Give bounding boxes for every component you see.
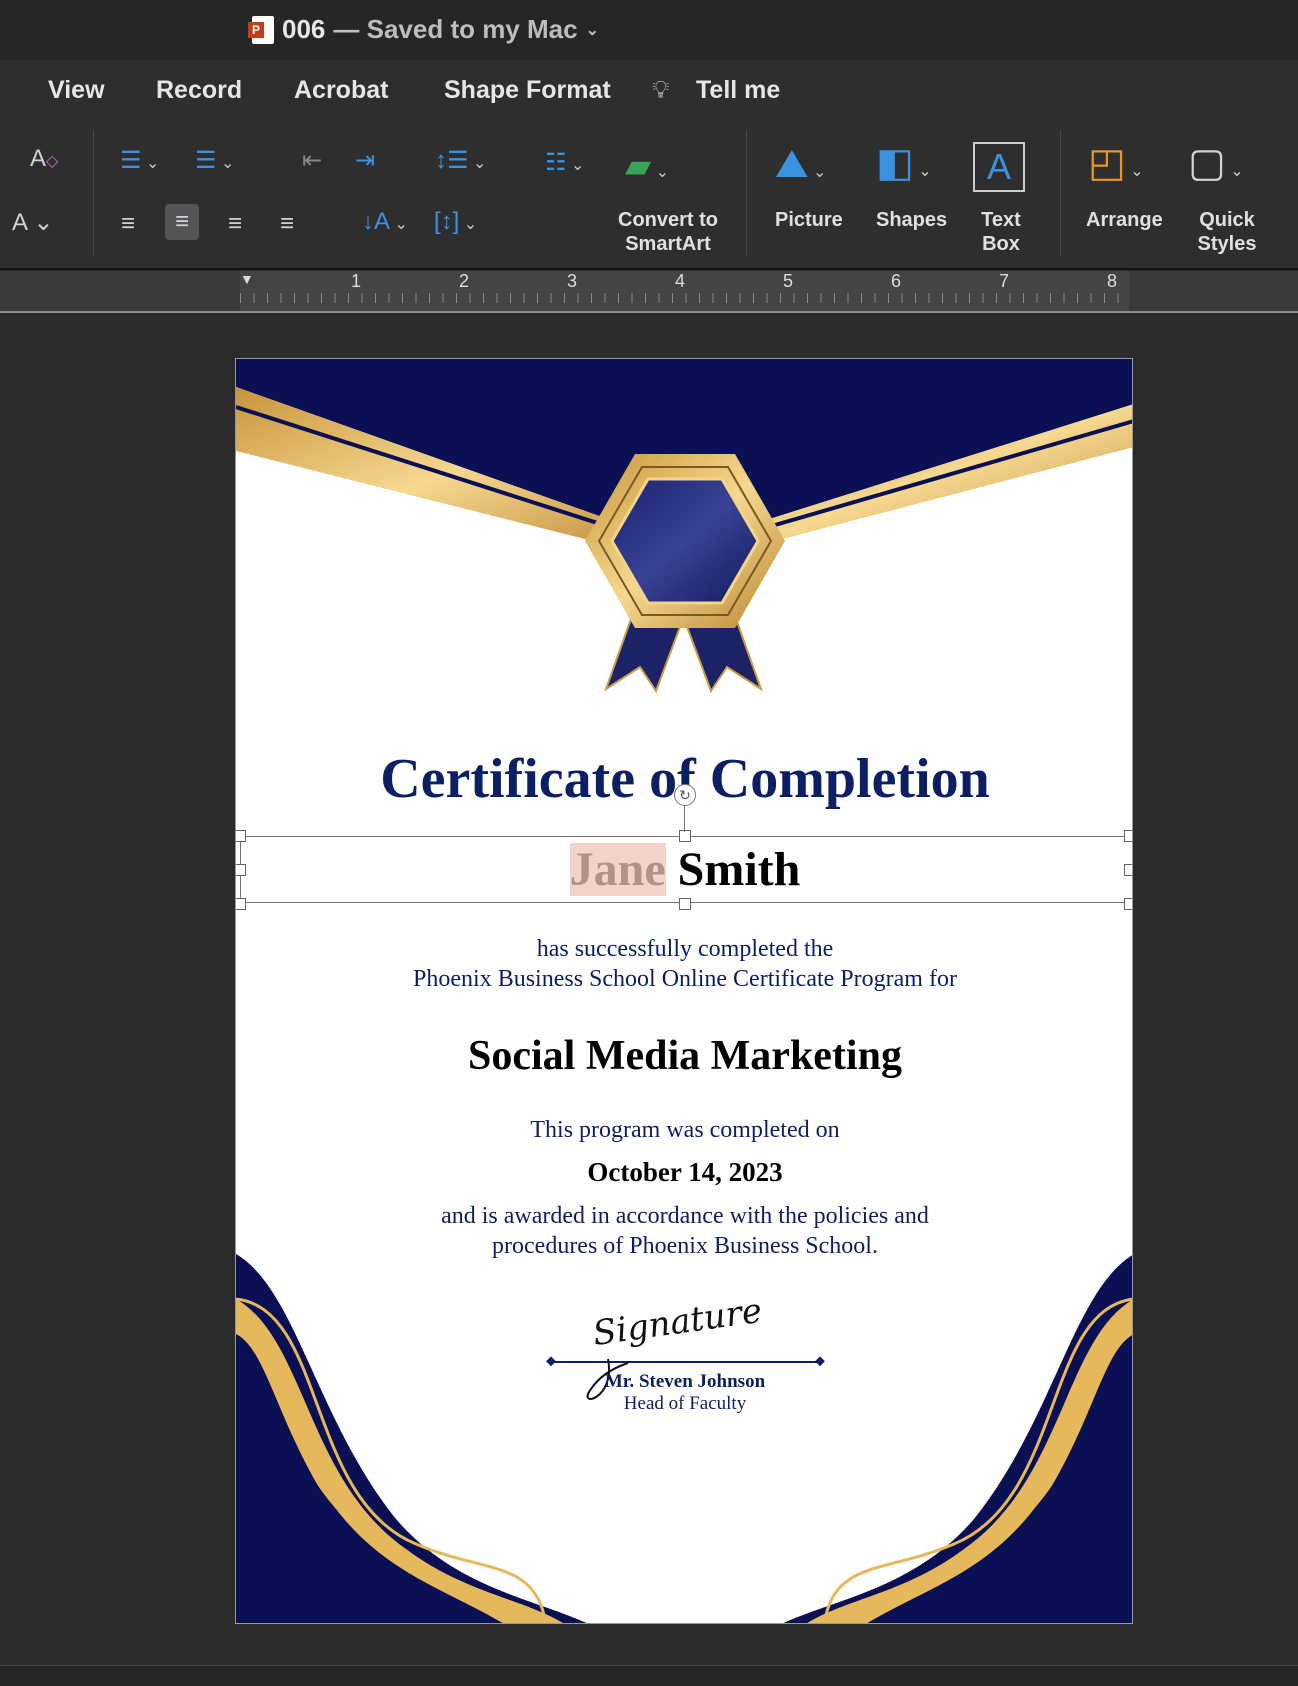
divider (93, 130, 94, 255)
align-center-icon[interactable]: ≡ (165, 204, 200, 240)
text-direction-icon[interactable]: ↓A ⌄ (362, 208, 408, 236)
menu-acrobat[interactable]: Acrobat (294, 76, 388, 105)
line-spacing-icon[interactable]: ↕☰ ⌄ (435, 146, 486, 175)
first-name-selected[interactable]: Jane (569, 843, 666, 896)
font-color-icon[interactable]: A ⌄ (12, 208, 53, 237)
bullets-icon[interactable]: ☰ ⌄ (120, 146, 159, 175)
completion-line-2: Phoenix Business School Online Certifica… (413, 966, 957, 992)
signer-title: Head of Faculty (623, 1393, 747, 1414)
align-text-icon[interactable]: [↕] ⌄ (434, 208, 477, 236)
menu-bar: View Record Acrobat Shape Format 💡︎ Tell… (0, 60, 1298, 124)
smartart-icon[interactable]: ▰ ⌄ (625, 146, 669, 186)
increase-indent-icon[interactable]: ⇥ (355, 146, 375, 175)
award-line-1: and is awarded in accordance with the po… (441, 1203, 929, 1229)
text-box-button[interactable]: Text Box (975, 208, 1027, 256)
arrange-button[interactable]: Arrange (1086, 208, 1163, 232)
ruler[interactable]: ▼ 1 2 3 4 5 6 7 8 (0, 271, 1298, 313)
numbering-icon[interactable]: ☰ ⌄ (195, 146, 234, 175)
clear-formatting-icon[interactable]: A◇ (30, 145, 58, 173)
ruler-number: 4 (675, 271, 686, 291)
menu-tell-me[interactable]: Tell me (696, 76, 780, 105)
doc-name: 006 (282, 14, 326, 44)
text-box-icon[interactable]: A (973, 142, 1026, 192)
rotate-handle-icon[interactable]: ↻ (674, 784, 696, 806)
align-left-icon[interactable]: ≡ (121, 210, 135, 238)
ruler-number: 1 (351, 271, 362, 291)
resize-handle[interactable] (1124, 898, 1132, 910)
document-title[interactable]: 006 — Saved to my Mac ⌄ (248, 14, 599, 45)
recipient-name[interactable]: Jane Smith (236, 842, 1132, 897)
ribbon-right (684, 617, 763, 694)
completion-line-1: has successfully completed the (536, 936, 834, 962)
ribbon-left (604, 617, 683, 694)
convert-smartart-button[interactable]: Convert to SmartArt (608, 208, 728, 256)
completion-date: October 14, 2023 (587, 1157, 783, 1187)
ruler-number: 5 (783, 271, 794, 291)
signer-name: Mr. Steven Johnson (604, 1371, 766, 1392)
last-name[interactable]: Smith (678, 843, 801, 896)
arrange-icon[interactable]: ◰ ⌄ (1088, 140, 1144, 186)
ruler-number: 2 (459, 271, 470, 291)
menu-shape-format[interactable]: Shape Format (444, 76, 611, 105)
divider (746, 130, 747, 255)
resize-handle[interactable] (679, 830, 691, 842)
picture-icon[interactable]: ⛰ ⌄ (775, 142, 826, 187)
ruler-number: 3 (567, 271, 578, 291)
save-status: — Saved to my Mac (333, 14, 578, 44)
resize-handle[interactable] (236, 830, 246, 842)
menu-record[interactable]: Record (156, 76, 242, 105)
title-bar: 006 — Saved to my Mac ⌄ (0, 0, 1298, 60)
divider (1060, 130, 1061, 255)
resize-handle[interactable] (1124, 830, 1132, 842)
ruler-number: 8 (1107, 271, 1118, 291)
resize-handle[interactable] (679, 898, 691, 910)
chevron-down-icon: ⌄ (585, 21, 599, 39)
completed-on-label: This program was completed on (530, 1117, 840, 1143)
justify-icon[interactable]: ≡ (280, 210, 294, 238)
ruler-number: 7 (999, 271, 1010, 291)
course-name: Social Media Marketing (468, 1033, 902, 1079)
shapes-button[interactable]: Shapes (876, 208, 947, 232)
powerpoint-icon (248, 15, 274, 44)
quick-styles-button[interactable]: Quick Styles (1190, 208, 1264, 256)
align-right-icon[interactable]: ≡ (228, 210, 242, 238)
status-bar (0, 1665, 1298, 1686)
indent-marker-icon[interactable]: ▼ (240, 271, 254, 287)
resize-handle[interactable] (236, 898, 246, 910)
ruler-number: 6 (891, 271, 902, 291)
menu-view[interactable]: View (48, 76, 105, 105)
slide-canvas[interactable]: Certificate of Completion ↻ Jane Smith h… (235, 358, 1133, 1624)
quick-styles-icon[interactable]: ▢ ⌄ (1188, 140, 1244, 186)
award-line-2: procedures of Phoenix Business School. (492, 1233, 878, 1259)
picture-button[interactable]: Picture (775, 208, 843, 232)
lightbulb-icon: 💡︎ (652, 76, 670, 104)
decrease-indent-icon[interactable]: ⇤ (302, 146, 322, 175)
columns-icon[interactable]: ☷ ⌄ (545, 148, 584, 177)
shapes-icon[interactable]: ◧ ⌄ (876, 140, 932, 186)
